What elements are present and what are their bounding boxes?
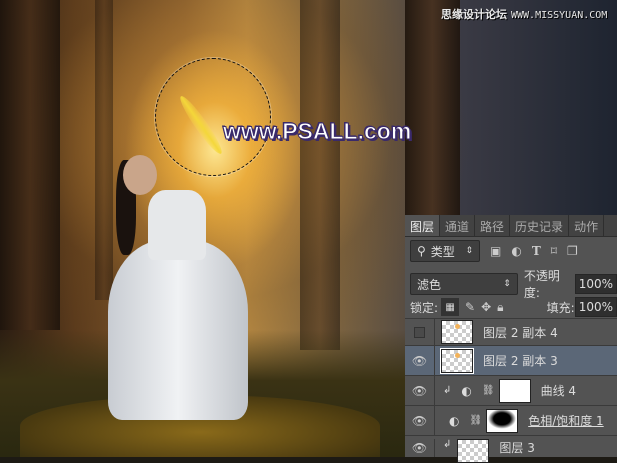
lock-label: 锁定: [410, 300, 439, 315]
updown-icon: ⇕ [465, 246, 473, 256]
updown-icon: ⇕ [503, 279, 511, 289]
eye-icon[interactable]: 👁︎ [405, 406, 435, 435]
adjustment-icon: ◐ [461, 383, 472, 398]
smart-object-filter-icon[interactable]: ❐ [567, 244, 578, 258]
layer-thumbnail [440, 347, 474, 374]
missyuan-watermark: 思缘设计论坛 WWW.MISSYUAN.COM [441, 8, 608, 21]
tab-layers[interactable]: 图层 [405, 215, 441, 236]
search-icon: ⚲ [417, 244, 426, 258]
panel-tabs: 图层 通道 路径 历史记录 动作 [405, 215, 617, 237]
layer-row[interactable]: 👁︎ ◐ ⛓ 色相/饱和度 1 [405, 405, 617, 435]
layer-thumbnail [441, 320, 473, 344]
fill-label: 填充: [546, 300, 575, 315]
link-icon: ⛓ [469, 415, 483, 426]
brush-lock-icon[interactable]: ✎ [465, 300, 475, 314]
layer-thumbnail [457, 439, 490, 463]
psall-watermark: www.PSALL.com [222, 118, 412, 145]
tab-actions[interactable]: 动作 [569, 215, 605, 236]
mask-thumbnail [486, 408, 519, 433]
eye-icon[interactable]: 👁︎ [405, 376, 435, 405]
lock-transparency-icon[interactable]: ▦ [441, 298, 460, 316]
shape-filter-icon[interactable]: ⌑ [551, 244, 557, 258]
tab-history[interactable]: 历史记录 [510, 215, 570, 236]
adjustment-icon: ◐ [449, 413, 460, 428]
type-filter-icon[interactable]: T [532, 244, 541, 258]
clip-arrow-icon: ↲ [443, 385, 452, 396]
fill-input[interactable]: 100% [574, 297, 617, 317]
layer-row-selected[interactable]: 👁︎ 图层 2 副本 3 [405, 345, 617, 375]
layer-row[interactable]: 👁︎ ↲ 图层 3 [405, 435, 617, 463]
adjustment-filter-icon[interactable]: ◐ [511, 244, 521, 258]
link-icon: ⛓ [481, 385, 495, 396]
eye-icon[interactable]: 👁︎ [405, 439, 435, 457]
blend-mode-select[interactable]: 滤色 ⇕ [410, 273, 518, 295]
move-lock-icon[interactable]: ✥ [481, 300, 491, 314]
mask-thumbnail [498, 378, 531, 403]
woman-figure [108, 150, 248, 420]
lock-all-icon[interactable]: 🔒︎ [497, 300, 503, 315]
layer-row[interactable]: 👁︎ ↲ ◐ ⛓ 曲线 4 [405, 375, 617, 405]
image-filter-icon[interactable]: ▣ [490, 244, 501, 258]
clip-arrow-icon: ↲ [443, 439, 452, 450]
tree-trunk [300, 0, 340, 350]
layer-row[interactable]: 图层 2 副本 4 [405, 318, 617, 345]
marquee-selection[interactable] [155, 58, 271, 176]
visibility-toggle-off[interactable] [405, 319, 435, 345]
eye-icon[interactable]: 👁︎ [405, 346, 435, 375]
tree-trunk [0, 0, 60, 330]
filter-type-select[interactable]: ⚲ 类型 ⇕ [410, 240, 480, 262]
tab-channels[interactable]: 通道 [440, 215, 476, 236]
tab-paths[interactable]: 路径 [475, 215, 511, 236]
opacity-input[interactable]: 100% [574, 274, 617, 294]
layers-panel: 图层 通道 路径 历史记录 动作 ⚲ 类型 ⇕ ▣ ◐ T ⌑ ❐ 滤色 ⇕ 不… [405, 215, 617, 463]
